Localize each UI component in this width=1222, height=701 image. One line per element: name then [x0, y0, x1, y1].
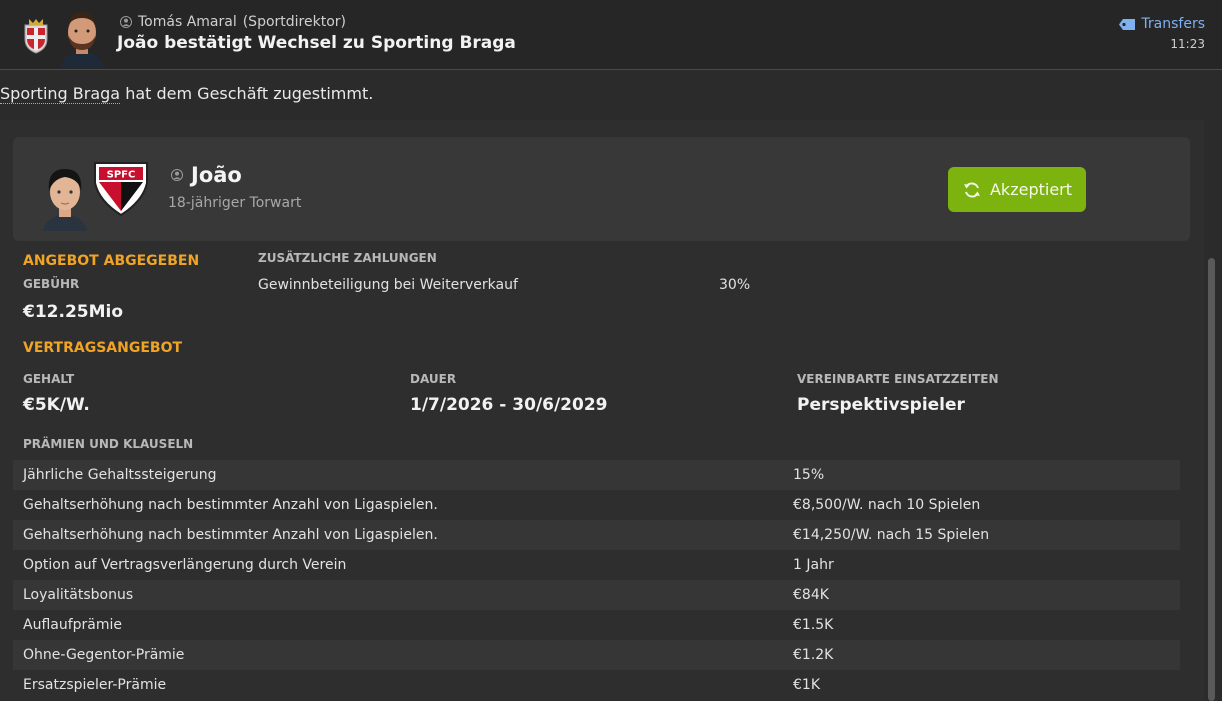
- club-link[interactable]: Sporting Braga: [0, 84, 121, 104]
- clauses-table: Jährliche Gehaltssteigerung 15% Gehaltse…: [13, 460, 1180, 700]
- transfers-link-label: Transfers: [1141, 16, 1205, 32]
- player-name-row: João: [171, 163, 242, 187]
- tag-icon: [1119, 18, 1136, 30]
- vertical-scrollbar[interactable]: [1208, 258, 1215, 701]
- table-row: Gehaltserhöhung nach bestimmter Anzahl v…: [13, 520, 1180, 550]
- clause-name: Auflaufprämie: [23, 617, 123, 633]
- accepted-status-button[interactable]: Akzeptiert: [948, 167, 1086, 212]
- clause-value: €1.2K: [793, 647, 834, 663]
- fee-value: €12.25Mio: [23, 302, 124, 322]
- clause-name: Ersatzspieler-Prämie: [23, 677, 167, 693]
- extra-payments-label: ZUSÄTZLICHE ZAHLUNGEN: [258, 251, 437, 265]
- fee-label: GEBÜHR: [23, 277, 80, 291]
- table-row: Ersatzspieler-Prämie €1K: [13, 670, 1180, 700]
- salary-value: €5K/W.: [23, 395, 90, 415]
- playing-time-value: Perspektivspieler: [797, 395, 965, 415]
- clause-value: 15%: [793, 467, 825, 483]
- crest-text: SPFC: [107, 170, 136, 181]
- player-avatar[interactable]: [37, 161, 93, 231]
- table-row: Auflaufprämie €1.5K: [13, 610, 1180, 640]
- sender-role: (Sportdirektor): [242, 14, 346, 30]
- clauses-label: PRÄMIEN UND KLAUSELN: [23, 437, 194, 451]
- sell-on-clause-name: Gewinnbeteiligung bei Weiterverkauf: [258, 277, 518, 293]
- clause-value: €8,500/W. nach 10 Spielen: [793, 497, 981, 513]
- message-subject: João bestätigt Wechsel zu Sporting Braga: [117, 33, 516, 53]
- intro-text: hat dem Geschäft zugestimmt.: [120, 84, 374, 103]
- player-description: 18-jähriger Torwart: [168, 195, 302, 211]
- clause-name: Jährliche Gehaltssteigerung: [23, 467, 217, 483]
- duration-value: 1/7/2026 - 30/6/2029: [410, 395, 608, 415]
- sender-avatar[interactable]: [56, 4, 108, 68]
- clause-name: Gehaltserhöhung nach bestimmter Anzahl v…: [23, 527, 438, 543]
- person-icon: [120, 16, 132, 28]
- table-row: Ohne-Gegentor-Prämie €1.2K: [13, 640, 1180, 670]
- transfers-link[interactable]: Transfers: [1119, 16, 1205, 32]
- clause-value: €84K: [793, 587, 829, 603]
- clause-value: €1.5K: [793, 617, 834, 633]
- message-intro: Sporting Braga hat dem Geschäft zugestim…: [0, 84, 374, 104]
- clause-name: Loyalitätsbonus: [23, 587, 134, 603]
- playing-time-label: VEREINBARTE EINSATZZEITEN: [797, 372, 999, 386]
- offer-section-title: ANGEBOT ABGEGEBEN: [23, 253, 200, 269]
- transfer-details-card: SPFC João 18-jähriger Torwart Akzeptiert…: [0, 120, 1204, 701]
- clause-value: 1 Jahr: [793, 557, 834, 573]
- clause-name: Ohne-Gegentor-Prämie: [23, 647, 185, 663]
- clause-value: €1K: [793, 677, 820, 693]
- salary-label: GEHALT: [23, 372, 75, 386]
- clause-name: Option auf Vertragsverlängerung durch Ve…: [23, 557, 347, 573]
- table-row: Option auf Vertragsverlängerung durch Ve…: [13, 550, 1180, 580]
- clause-value: €14,250/W. nach 15 Spielen: [793, 527, 990, 543]
- table-row: Loyalitätsbonus €84K: [13, 580, 1180, 610]
- person-icon: [171, 169, 183, 181]
- refresh-icon: [963, 181, 980, 198]
- accepted-label: Akzeptiert: [989, 180, 1073, 199]
- braga-crest-icon[interactable]: [21, 17, 51, 55]
- sender-line: Tomás Amaral (Sportdirektor): [120, 14, 346, 30]
- message-header: Tomás Amaral (Sportdirektor) João bestät…: [0, 0, 1222, 70]
- sender-name[interactable]: Tomás Amaral: [138, 14, 237, 30]
- message-time: 11:23: [1170, 37, 1205, 51]
- duration-label: DAUER: [410, 372, 457, 386]
- sell-on-clause-value: 30%: [719, 277, 751, 293]
- contract-section-title: VERTRAGSANGEBOT: [23, 340, 183, 356]
- table-row: Jährliche Gehaltssteigerung 15%: [13, 460, 1180, 490]
- player-panel: SPFC João 18-jähriger Torwart Akzeptiert: [13, 137, 1190, 241]
- sao-paulo-crest-icon[interactable]: SPFC: [93, 161, 149, 217]
- player-name[interactable]: João: [191, 163, 242, 187]
- clause-name: Gehaltserhöhung nach bestimmter Anzahl v…: [23, 497, 438, 513]
- table-row: Gehaltserhöhung nach bestimmter Anzahl v…: [13, 490, 1180, 520]
